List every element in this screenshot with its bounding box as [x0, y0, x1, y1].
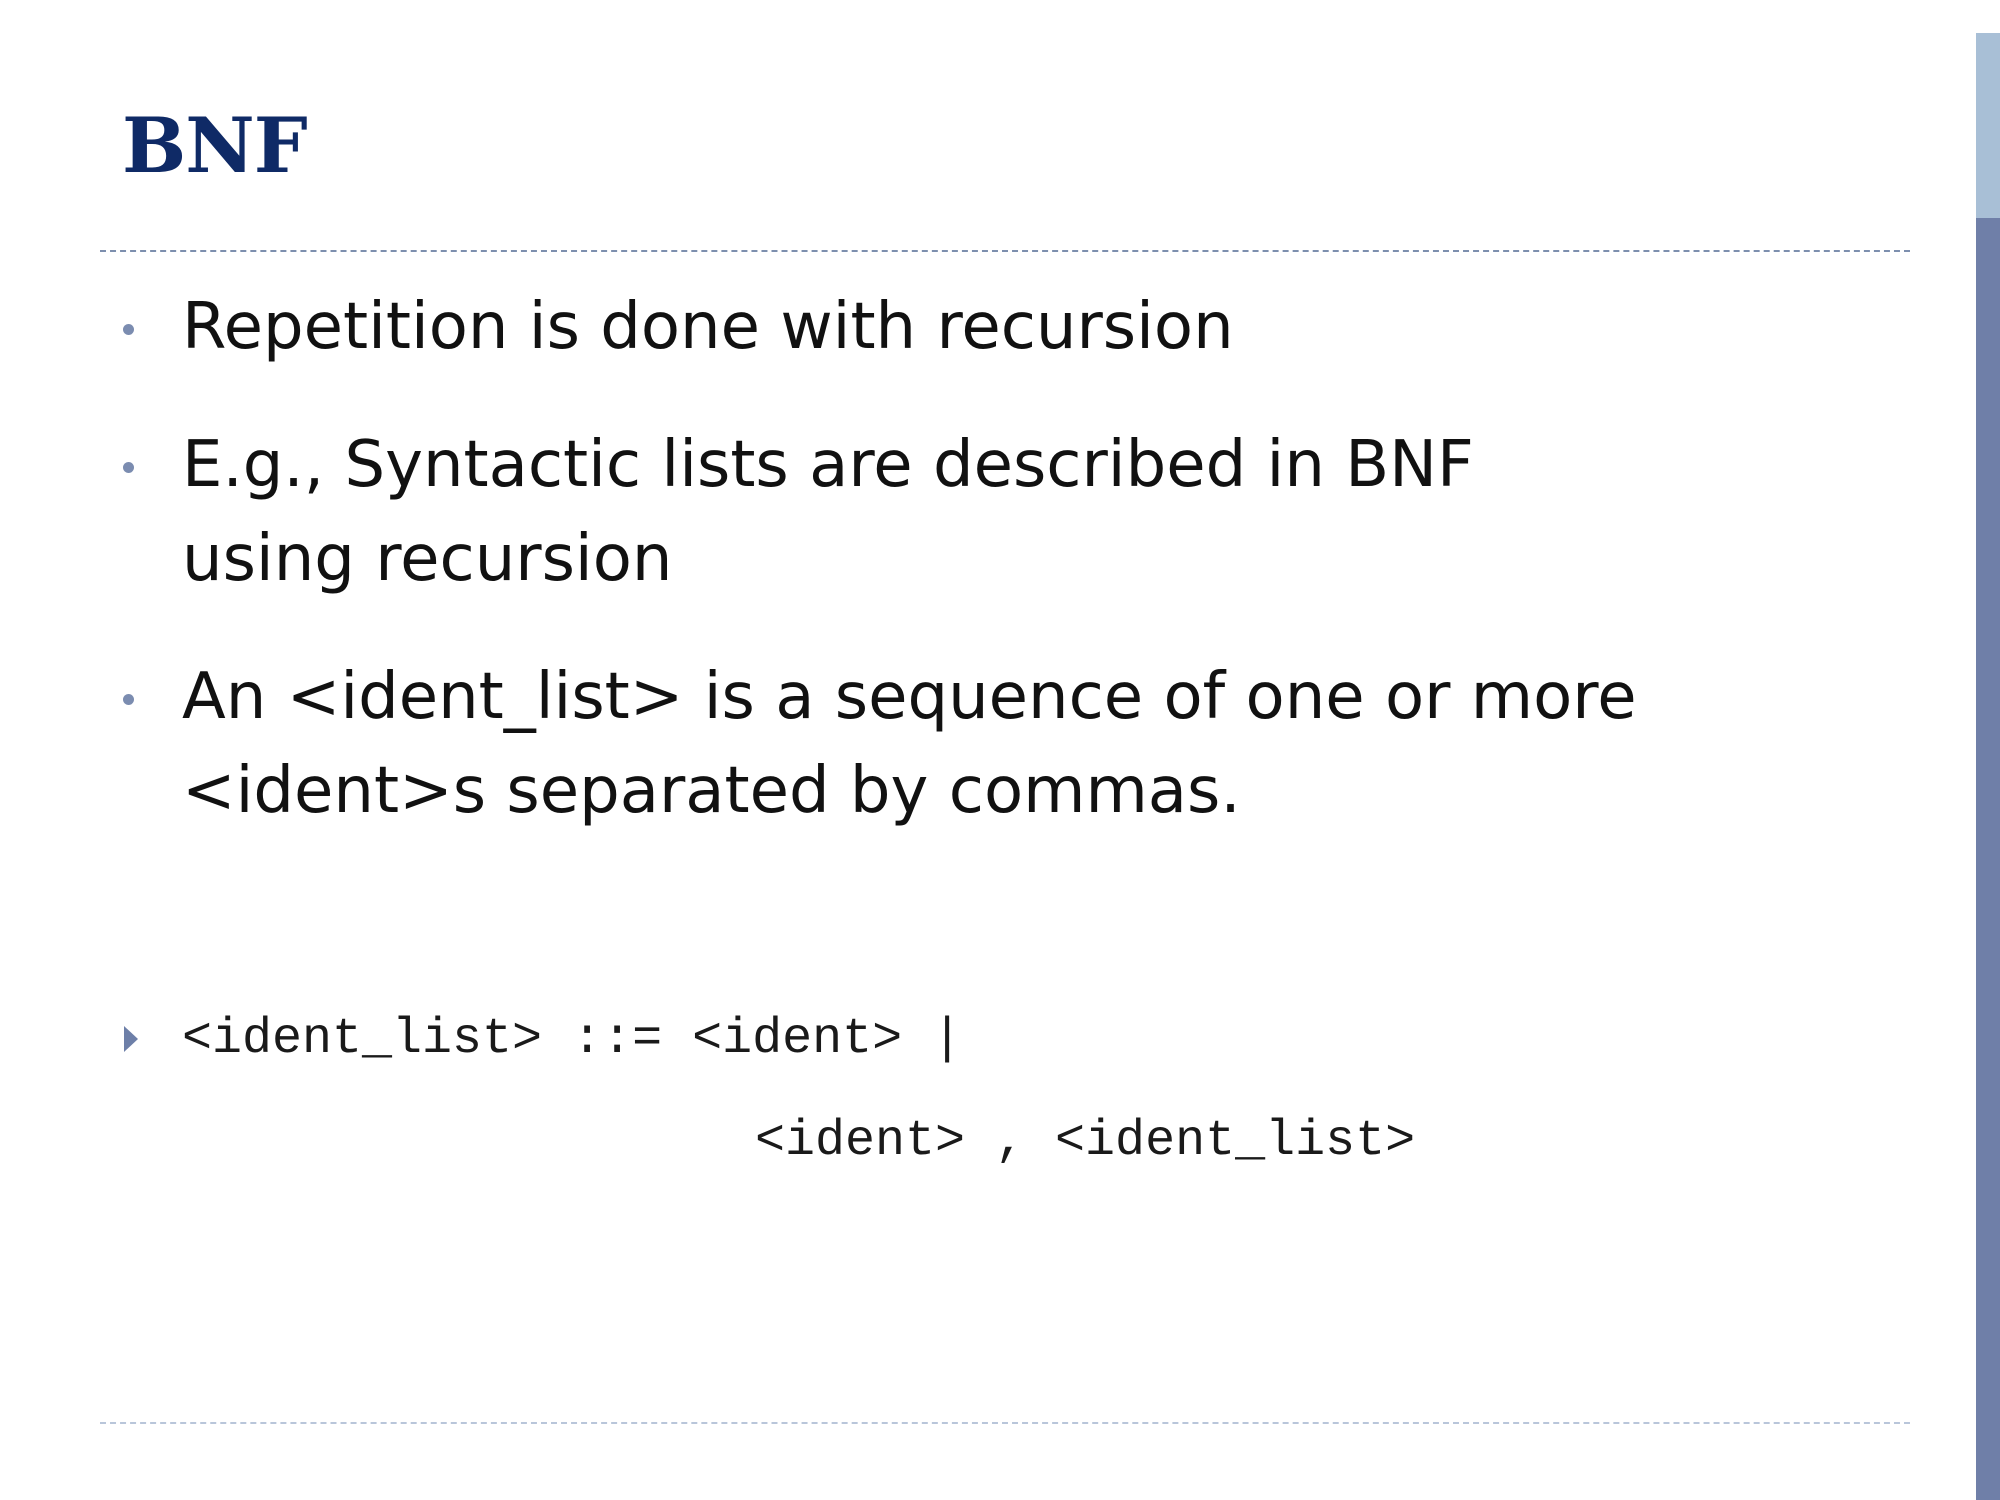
triangle-bullet-icon: [124, 1026, 138, 1052]
bullet-text: Repetition is done with recursion: [182, 290, 1234, 364]
bullet-item: E.g., Syntactic lists are described in B…: [123, 418, 1642, 606]
side-accent-bar: [1976, 33, 2000, 1500]
side-accent-bar-highlight: [1976, 33, 2000, 218]
bullet-text: An <ident_list> is a sequence of one or …: [182, 660, 1637, 828]
code-line-1: <ident_list> ::= <ident> |: [182, 1011, 963, 1068]
footer-divider: [100, 1422, 1910, 1424]
code-line-2: <ident> , <ident_list>: [755, 1113, 1416, 1170]
bullet-item: Repetition is done with recursion: [123, 280, 1682, 374]
title-divider: [100, 250, 1910, 252]
bullet-dot-icon: [123, 324, 134, 335]
bullet-list: Repetition is done with recursion E.g., …: [123, 280, 1682, 882]
bullet-text: E.g., Syntactic lists are described in B…: [182, 428, 1474, 596]
bullet-dot-icon: [123, 694, 134, 705]
bullet-dot-icon: [123, 462, 134, 473]
slide: BNF Repetition is done with recursion E.…: [0, 0, 2000, 1500]
slide-title: BNF: [122, 101, 308, 190]
bullet-item: An <ident_list> is a sequence of one or …: [123, 650, 1642, 838]
